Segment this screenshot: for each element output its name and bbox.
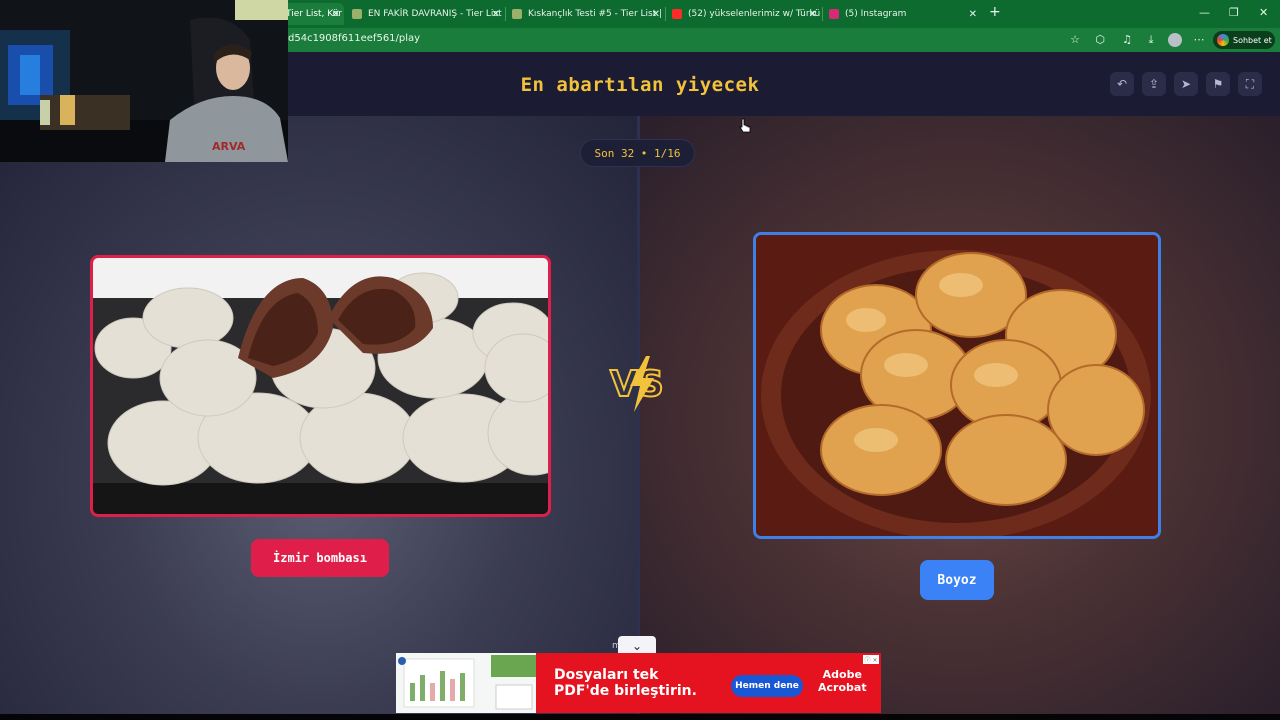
vs-lightning-icon: VS — [609, 356, 665, 412]
gemini-icon — [1217, 34, 1229, 46]
close-icon[interactable]: ✕ — [969, 9, 977, 20]
tierlist-favicon-icon — [352, 9, 362, 19]
ad-headline-line2: PDF'de birleştirin. — [554, 683, 697, 699]
minimize-icon[interactable]: — — [1199, 6, 1210, 19]
fullscreen-icon[interactable]: ⛶ — [1238, 72, 1262, 96]
download-icon[interactable]: ⤓ — [1144, 33, 1158, 47]
undo-icon[interactable]: ↶ — [1110, 72, 1134, 96]
media-icon[interactable]: ♫ — [1120, 33, 1134, 47]
ad-brand: Adobe Acrobat — [818, 668, 867, 694]
extension-icon[interactable]: ⬡ — [1093, 33, 1107, 47]
close-icon[interactable]: ✕ — [652, 9, 660, 20]
bottom-strip — [0, 714, 1280, 720]
tab-title: (5) Instagram — [845, 9, 907, 19]
send-icon[interactable]: ➤ — [1174, 72, 1198, 96]
chat-button[interactable]: Sohbet et — [1213, 31, 1275, 49]
right-option-card[interactable] — [753, 232, 1161, 539]
close-icon[interactable]: ✕ — [332, 9, 340, 20]
ad-headline: Dosyaları tek PDF'de birleştirin. — [554, 667, 697, 699]
izmir-bombasi-image — [93, 258, 548, 514]
share-icon[interactable]: ⇪ — [1142, 72, 1166, 96]
new-tab-button[interactable]: + — [989, 4, 1001, 20]
restore-icon[interactable]: ❐ — [1229, 6, 1239, 19]
browser-tab-3[interactable]: Kıskançlık Testi #5 - Tier List | Kör ✕ — [506, 3, 664, 25]
ad-banner[interactable]: Dosyaları tek PDF'de birleştirin. Hemen … — [396, 653, 881, 713]
browser-tab-4[interactable]: (52) yükselenlerimiz w/ Türkü Su D ✕ — [666, 3, 821, 25]
instagram-favicon-icon — [829, 9, 839, 19]
ad-brand-line2: Acrobat — [818, 681, 867, 694]
ad-headline-line1: Dosyaları tek — [554, 667, 659, 683]
ad-brand-line1: Adobe — [822, 668, 862, 681]
youtube-favicon-icon — [672, 9, 682, 19]
close-icon[interactable]: ✕ — [492, 9, 500, 20]
url-field[interactable]: d54c1908f611eef561/play — [288, 33, 420, 44]
chat-button-label: Sohbet et — [1233, 35, 1272, 45]
more-options-icon[interactable]: ⋯ — [1192, 33, 1206, 47]
browser-tab-2[interactable]: EN FAKİR DAVRANIŞ - Tier List | Kö ✕ — [346, 3, 504, 25]
tierlist-favicon-icon — [512, 9, 522, 19]
profile-avatar[interactable] — [1168, 33, 1182, 47]
round-badge: Son 32 • 1/16 — [580, 139, 695, 167]
browser-tab-5[interactable]: (5) Instagram ✕ — [823, 3, 981, 25]
tab-title: EN FAKİR DAVRANIŞ - Tier List | Kö — [368, 9, 504, 19]
izmir-bombasi-button[interactable]: İzmir bombası — [251, 539, 389, 577]
ad-info-icon[interactable]: ⓘ ✕ — [863, 655, 879, 664]
hand-cursor-icon — [739, 118, 751, 133]
tab-title: Kıskançlık Testi #5 - Tier List | Kör — [528, 9, 664, 19]
flag-icon[interactable]: ⚑ — [1206, 72, 1230, 96]
webcam-overlay: ARVA — [0, 0, 288, 162]
browser-tab-1[interactable]: Tier List, Kör ✕ — [280, 3, 344, 25]
webcam-person-image: ARVA — [0, 0, 288, 162]
boyoz-button[interactable]: Boyoz — [920, 560, 994, 600]
hoodie-lettering: ARVA — [212, 140, 246, 153]
window-close-icon[interactable]: ✕ — [1259, 6, 1268, 19]
close-icon[interactable]: ✕ — [809, 9, 817, 20]
boyoz-image — [756, 235, 1158, 536]
ad-cta-button[interactable]: Hemen dene — [731, 675, 803, 697]
ad-thumbnail — [396, 653, 536, 713]
star-icon[interactable]: ☆ — [1068, 33, 1082, 47]
ad-chart-graphic — [398, 655, 536, 710]
tab-title: (52) yükselenlerimiz w/ Türkü Su D — [688, 9, 821, 19]
left-option-card[interactable] — [90, 255, 551, 517]
center-divider — [637, 116, 640, 720]
